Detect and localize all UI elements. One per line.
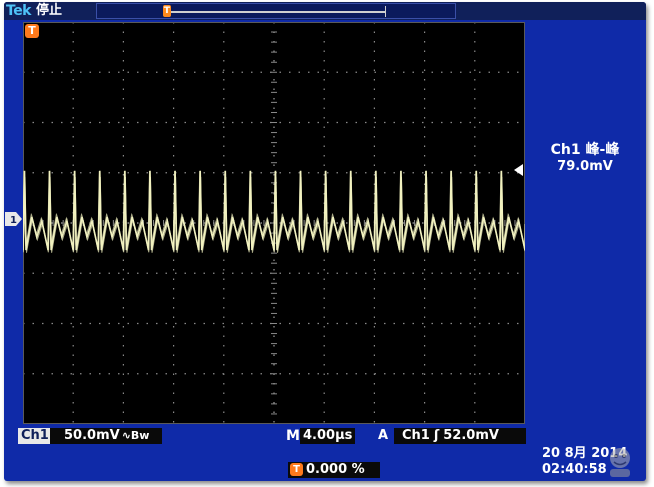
trigger-offset-value: 0.000 %: [306, 462, 365, 477]
volts-per-div: 50.0mV: [64, 428, 120, 443]
trigger-point-icon: T: [25, 24, 39, 38]
trigger-position-icon: T: [163, 5, 171, 17]
measurement-label: Ch1 峰-峰: [550, 142, 620, 158]
ground-marker-label: 1: [10, 215, 17, 226]
trigger-slope-icon: ʃ: [433, 428, 440, 443]
oscilloscope-screen: Tek 停止 T T 1 Ch1 峰-峰 79.0mV Ch1 50.0mV ∿B…: [4, 2, 646, 481]
channel-tag: Ch1: [18, 428, 52, 444]
trigger-offset: T 0.000 %: [288, 462, 380, 478]
waveform-graticule: T: [23, 22, 525, 424]
record-window-line: [167, 11, 385, 13]
clock-display: 02:40:58: [542, 462, 607, 477]
watermark-mascot-icon: [610, 448, 630, 477]
peak-to-peak-measurement: Ch1 峰-峰 79.0mV: [530, 142, 640, 175]
trigger-settings: Ch1 ʃ 52.0mV: [394, 428, 526, 444]
trigger-level-arrow: [514, 164, 523, 176]
acquisition-state: 停止: [36, 3, 63, 18]
ch1-waveform: [23, 170, 525, 253]
record-position-bar: T: [96, 3, 456, 19]
bandwidth-limit-icon: ∿Bw: [121, 429, 150, 442]
record-window-end: [385, 6, 386, 17]
vertical-scale: 50.0mV ∿Bw: [50, 428, 162, 444]
bottom-status-bar: Ch1 50.0mV ∿Bw M 4.00µs A Ch1 ʃ 52.0mV T 0.0…: [4, 426, 646, 481]
trigger-level: 52.0mV: [443, 428, 499, 443]
measurement-value: 79.0mV: [557, 159, 613, 174]
trigger-mode: A: [378, 428, 389, 443]
ch1-ground-marker: 1: [5, 212, 22, 226]
trigger-offset-icon: T: [290, 463, 303, 476]
ch1-trace-line: [23, 171, 525, 247]
timebase-scale: 4.00µs: [300, 428, 356, 444]
top-status-bar: Tek 停止 T: [4, 2, 646, 20]
timebase-prefix: M: [286, 428, 300, 444]
trigger-source: Ch1: [402, 428, 430, 443]
brand-logo: Tek: [6, 3, 32, 19]
